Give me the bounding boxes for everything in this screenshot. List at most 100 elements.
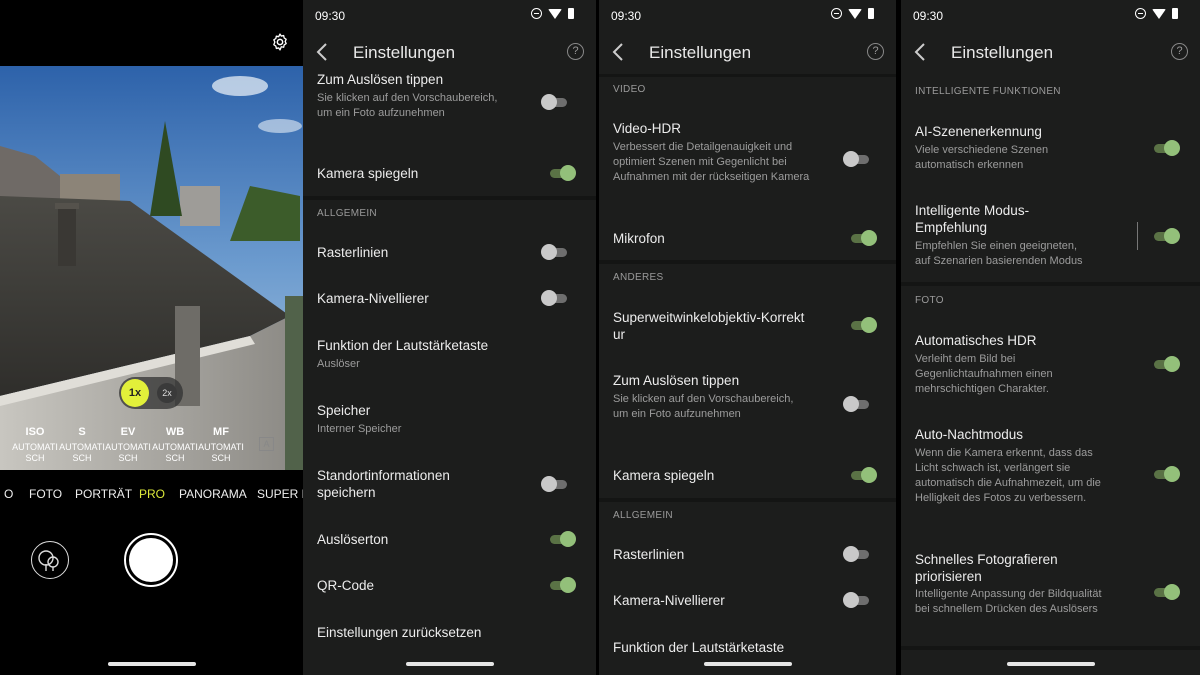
setting-desc: Wenn die Kamera erkennt, dass das Licht … [915,447,1101,504]
section-header: INTELLIGENTE FUNKTIONEN [915,86,1061,97]
status-time: 09:30 [315,9,346,23]
toggle-grid-lines[interactable] [843,546,871,562]
help-icon[interactable]: ? [567,43,584,60]
setting-title: Kamera-Nivellierer [317,291,429,306]
setting-title: Zum Auslösen tippen [613,373,740,388]
toggle-grid-lines[interactable] [541,244,569,260]
pro-value: SCH [211,453,231,463]
pro-mf-control[interactable]: MF AUTOMATI SCH [196,426,246,464]
section-header: ALLGEMEIN [317,208,377,219]
mode-super-night[interactable]: SUPER N [257,487,303,501]
setting-desc: Verbessert die Detailgenauigkeit und opt… [613,141,810,183]
status-time: 09:30 [611,9,642,23]
setting-title: Rasterlinien [317,245,389,260]
toggle-video-hdr[interactable] [843,151,871,167]
toggle-shutter-sound[interactable] [548,531,576,547]
mode-foto[interactable]: FOTO [29,487,62,501]
status-bar: 09:30 [303,0,596,30]
toggle-prioritize-fast-shooting[interactable] [1152,584,1180,600]
setting-title: Rasterlinien [613,547,685,562]
zoom-1x-button[interactable]: 1x [121,379,149,407]
toggle-ultrawide-correction[interactable] [849,317,877,333]
gallery-thumbnail-button[interactable] [31,541,69,579]
setting-title: Kamera spiegeln [613,468,715,483]
home-indicator[interactable] [703,662,792,666]
pro-value: SCH [72,453,92,463]
shutter-button[interactable] [124,533,178,587]
back-arrow-icon[interactable] [315,42,333,62]
mode-panorama[interactable]: PANORAMA [179,487,247,501]
battery-icon [1172,8,1178,19]
section-header: ANDERES [613,272,664,283]
help-icon[interactable]: ? [867,43,884,60]
settings-list[interactable]: VIDEO Video-HDR Verbessert die Detailgen… [599,74,896,675]
pro-wb-control[interactable]: WB AUTOMATI SCH [150,426,200,464]
pro-value: SCH [165,453,185,463]
setting-desc: Interner Speicher [317,423,402,435]
toggle-ai-scene-detection[interactable] [1152,140,1180,156]
toggle-tap-to-shoot[interactable] [843,396,871,412]
mode-portrait[interactable]: PORTRÄT [75,487,132,501]
pro-ev-control[interactable]: EV AUTOMATI SCH [103,426,153,464]
page-title: Einstellungen [353,43,456,62]
battery-icon [568,8,574,19]
setting-desc: Auslöser [317,358,360,370]
app-header: Einstellungen ? [901,30,1200,74]
setting-desc: Viele verschiedene Szenen automatisch er… [915,144,1049,171]
dnd-icon [1135,8,1146,19]
setting-title: Schnelles Fotografieren priorisieren [915,552,1058,584]
status-bar: 09:30 [599,0,896,30]
mode-pro[interactable]: PRO [139,487,165,501]
toggle-auto-night-mode[interactable] [1152,466,1180,482]
reset-settings-item[interactable]: Einstellungen zurücksetzen [317,624,481,641]
pro-iso-control[interactable]: ISO AUTOMATI SCH [10,426,60,464]
home-indicator[interactable] [107,662,196,666]
toggle-save-location[interactable] [541,476,569,492]
gallery-icon [38,550,59,571]
setting-title: Standortinformationen speichern [317,468,450,500]
toggle-smart-mode-recommendation[interactable] [1152,228,1180,244]
camera-screen: 1x 2x ISO AUTOMATI SCH S AUTOMATI SCH EV… [0,0,303,675]
toggle-level[interactable] [843,592,871,608]
setting-title: Mikrofon [613,231,665,246]
toggle-tap-to-shoot[interactable] [541,94,569,110]
pro-label: ISO [25,426,45,438]
back-arrow-icon[interactable] [611,42,629,62]
setting-desc: Intelligente Anpassung der Bildqualität … [915,588,1102,615]
pro-value: SCH [118,453,138,463]
setting-title: Video-HDR [613,121,682,136]
mode-item[interactable]: O [4,487,13,501]
setting-title: Zum Auslösen tippen [317,74,444,87]
home-indicator[interactable] [405,662,494,666]
help-icon[interactable]: ? [1171,43,1188,60]
toggle-microphone[interactable] [849,230,877,246]
section-header: FOTO [915,295,944,306]
settings-screen-2: 09:30 Einstellungen ? VIDEO Video-HDR Ve… [599,0,896,675]
setting-title: Superweitwinkelobjektiv-Korrektur [613,310,805,342]
toggle-mirror-camera[interactable] [849,467,877,483]
pro-shutter-control[interactable]: S AUTOMATI SCH [57,426,107,464]
viewfinder-preview[interactable] [0,66,303,470]
toggle-mirror-camera[interactable] [548,165,576,181]
pro-value: AUTOMATI [59,442,105,452]
pro-value: AUTOMATI [152,442,198,452]
settings-list[interactable]: Zum Auslösen tippen Sie klicken auf den … [303,74,596,675]
setting-desc: Sie klicken auf den Vorschaubereich, um … [317,92,498,119]
toggle-auto-hdr[interactable] [1152,356,1180,372]
toggle-level[interactable] [541,290,569,306]
settings-gear-icon[interactable] [270,32,290,52]
section-header: ALLGEMEIN [613,510,673,521]
setting-title: Automatisches HDR [915,333,1037,348]
pro-label: WB [165,426,185,438]
auto-mode-icon[interactable]: A [259,437,274,451]
home-indicator[interactable] [1006,662,1095,666]
page-title: Einstellungen [951,43,1054,62]
zoom-2x-button[interactable]: 2x [157,383,177,403]
section-header: VIDEO [613,84,646,95]
setting-title: Kamera spiegeln [317,166,419,181]
settings-list[interactable]: INTELLIGENTE FUNKTIONEN AI-Szenenerkennu… [901,74,1200,675]
toggle-qr-code[interactable] [548,577,576,593]
setting-title: Intelligente Modus-Empfehlung [915,203,1030,235]
app-header: Einstellungen ? [599,30,896,74]
back-arrow-icon[interactable] [913,42,931,62]
